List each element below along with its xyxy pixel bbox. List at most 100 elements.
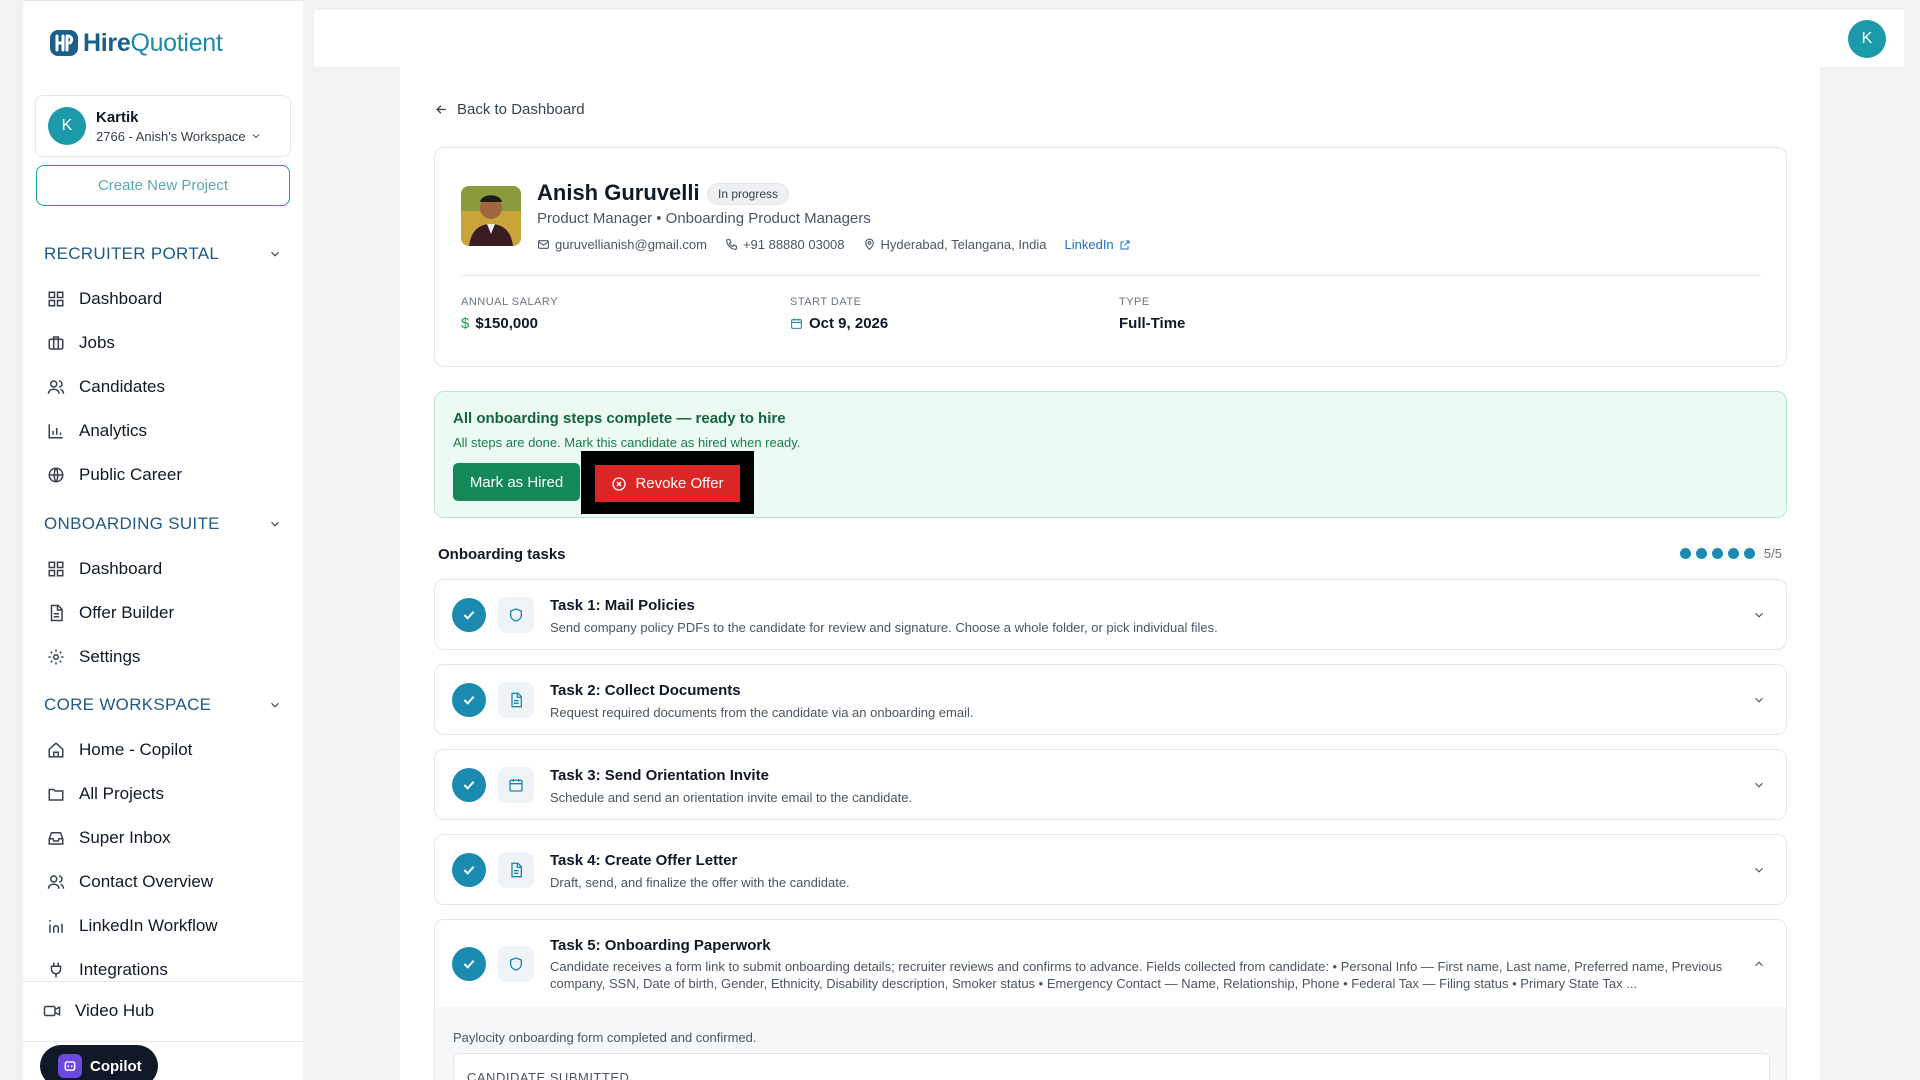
video-icon (43, 1005, 61, 1017)
candidate-contacts: guruvellianish@gmail.com +91 88880 03008… (537, 237, 1131, 252)
users-icon (47, 875, 65, 889)
inbox-icon (48, 832, 64, 845)
linkedin-label: LinkedIn (1064, 237, 1114, 252)
sidebar-item-label: Public Career (79, 465, 182, 484)
banner-subtitle: All steps are done. Mark this candidate … (453, 435, 801, 450)
progress-dot (1679, 548, 1691, 559)
sidebar-item-all-projects[interactable]: All Projects (47, 779, 277, 809)
salary-label: ANNUAL SALARY (461, 296, 558, 308)
task-description: Schedule and send an orientation invite … (550, 790, 913, 805)
gear-icon (48, 649, 64, 665)
phone-icon (726, 239, 737, 250)
candidate-submitted-label: CANDIDATE SUBMITTED (467, 1070, 630, 1080)
task-title: Task 2: Collect Documents (550, 682, 741, 699)
logo-text-hire: Hire (83, 28, 131, 57)
calendar-icon (498, 767, 534, 803)
progress-dot (1695, 548, 1707, 559)
revoke-offer-button[interactable]: Revoke Offer (595, 465, 740, 502)
progress-dot (1743, 548, 1755, 559)
task-5-note: Paylocity onboarding form completed and … (453, 1030, 757, 1045)
candidate-location: Hyderabad, Telangana, India (880, 237, 1047, 252)
sidebar-item-video-hub[interactable]: Video Hub (43, 996, 273, 1026)
onboarding-tasks-title: Onboarding tasks (438, 546, 566, 563)
tasks-progress: 5/5 (1679, 546, 1782, 561)
start-date-value: Oct 9, 2026 (809, 315, 889, 332)
header-user-avatar[interactable]: K (1848, 20, 1886, 58)
sidebar-item-jobs[interactable]: Jobs (47, 328, 277, 358)
sidebar-item-analytics[interactable]: Analytics (47, 416, 277, 446)
dashboard-icon (48, 291, 64, 307)
mail-icon (538, 240, 549, 249)
main-content: Back to Dashboard Anish Guruvelli In pro… (400, 67, 1820, 1080)
section-title: CORE WORKSPACE (44, 695, 212, 714)
task-5-onboarding-paperwork[interactable]: Task 5: Onboarding Paperwork Candidate r… (434, 919, 1787, 1008)
sidebar-item-linkedin-workflow[interactable]: LinkedIn Workflow (47, 911, 277, 941)
task-title: Task 1: Mail Policies (550, 597, 695, 614)
back-to-dashboard-link[interactable]: Back to Dashboard (434, 101, 585, 118)
sidebar-item-label: Video Hub (75, 1001, 155, 1020)
user-name: Kartik (96, 108, 139, 126)
banner-title: All onboarding steps complete — ready to… (453, 410, 786, 427)
sidebar-item-settings[interactable]: Settings (47, 642, 277, 672)
section-recruiter-portal[interactable]: RECRUITER PORTAL (44, 241, 282, 267)
copilot-icon (58, 1054, 82, 1078)
sidebar-item-public-career[interactable]: Public Career (47, 460, 277, 490)
hirequotient-logo-icon (50, 30, 78, 56)
copilot-button[interactable]: Copilot (40, 1045, 158, 1080)
sidebar-item-super-inbox[interactable]: Super Inbox (47, 823, 277, 853)
task-description: Send company policy PDFs to the candidat… (550, 620, 1218, 635)
sidebar-item-label: LinkedIn Workflow (79, 916, 218, 935)
chevron-up-icon (1755, 961, 1763, 967)
section-onboarding-suite[interactable]: ONBOARDING SUITE (44, 511, 282, 537)
chevron-down-icon (1755, 612, 1763, 618)
task-3-send-orientation-invite[interactable]: Task 3: Send Orientation Invite Schedule… (434, 749, 1787, 820)
mark-as-hired-button[interactable]: Mark as Hired (453, 463, 580, 501)
task-title: Task 3: Send Orientation Invite (550, 767, 769, 784)
linkedin-link[interactable]: LinkedIn (1065, 237, 1131, 252)
task-description: Request required documents from the cand… (550, 705, 974, 720)
task-4-create-offer-letter[interactable]: Task 4: Create Offer Letter Draft, send,… (434, 834, 1787, 905)
calendar-icon (791, 318, 802, 329)
map-pin-icon (864, 238, 874, 251)
type-label: TYPE (1119, 296, 1150, 308)
sidebar-item-contact-overview[interactable]: Contact Overview (47, 867, 277, 897)
sidebar-item-label: Dashboard (79, 559, 163, 578)
sidebar-item-dashboard[interactable]: Dashboard (47, 284, 277, 314)
task-description: Candidate receives a form link to submit… (550, 959, 1723, 991)
sidebar-item-label: Candidates (79, 377, 166, 396)
sidebar-item-home-copilot[interactable]: Home - Copilot (47, 735, 277, 765)
sidebar-item-offer-builder[interactable]: Offer Builder (47, 598, 277, 628)
chevron-down-icon (1755, 697, 1763, 703)
sidebar-item-label: Jobs (79, 333, 115, 352)
sidebar-item-label: Contact Overview (79, 872, 214, 891)
sidebar-divider (23, 981, 303, 982)
home-icon (48, 742, 64, 758)
salary-value: $150,000 (475, 315, 538, 332)
workspace-switcher[interactable]: K Kartik 2766 - Anish's Workspace (35, 95, 291, 157)
user-avatar: K (48, 107, 86, 145)
candidate-name: Anish Guruvelli (537, 180, 700, 205)
task-2-collect-documents[interactable]: Task 2: Collect Documents Request requir… (434, 664, 1787, 735)
sidebar-item-candidates[interactable]: Candidates (47, 372, 277, 402)
check-icon (452, 947, 486, 981)
email-item: guruvellianish@gmail.com (537, 237, 707, 252)
sidebar-item-label: Offer Builder (79, 603, 175, 622)
sidebar-item-label: Home - Copilot (79, 740, 193, 759)
linkedin-workflow-icon (49, 920, 63, 933)
sidebar-divider (23, 1041, 303, 1042)
globe-icon (48, 467, 64, 483)
candidate-photo (461, 186, 521, 246)
document-icon (50, 604, 63, 622)
document-icon (498, 682, 534, 718)
progress-count: 5/5 (1763, 546, 1782, 561)
top-header: K (314, 10, 1904, 67)
phone-item: +91 88880 03008 (725, 237, 845, 252)
task-1-mail-policies[interactable]: Task 1: Mail Policies Send company polic… (434, 579, 1787, 650)
section-core-workspace[interactable]: CORE WORKSPACE (44, 692, 282, 718)
logo[interactable]: Hire Quotient (48, 23, 223, 63)
candidate-submitted-panel: CANDIDATE SUBMITTED (453, 1053, 1770, 1080)
x-circle-icon (612, 476, 627, 491)
create-new-project-button[interactable]: Create New Project (36, 165, 290, 206)
sidebar-item-onboarding-dashboard[interactable]: Dashboard (47, 554, 277, 584)
check-icon (452, 598, 486, 632)
